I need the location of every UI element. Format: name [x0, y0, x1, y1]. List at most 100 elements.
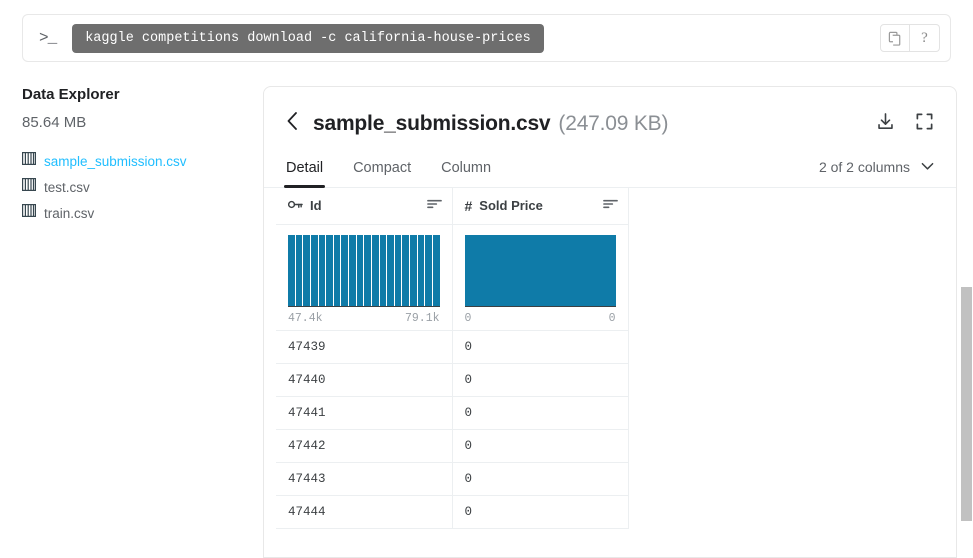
histogram-bar — [379, 234, 388, 306]
file-item-train[interactable]: train.csv — [22, 203, 237, 223]
data-explorer-sidebar: Data Explorer 85.64 MB sample_submission… — [22, 86, 237, 223]
download-icon[interactable] — [876, 112, 895, 136]
sidebar-title: Data Explorer — [22, 86, 120, 103]
cell-sold-price: 0 — [452, 462, 629, 496]
file-list: sample_submission.csv test.csv train.csv — [22, 151, 237, 223]
command-bar-actions: ? — [880, 24, 940, 52]
table-file-icon — [22, 152, 37, 170]
table-row[interactable]: 47439 0 — [276, 330, 629, 364]
view-tabs: Detail Compact Column 2 of 2 columns — [264, 158, 956, 188]
file-header-actions — [876, 112, 934, 136]
file-item-label: train.csv — [44, 205, 95, 221]
histogram-min-label: 47.4k — [288, 311, 323, 325]
histogram-cell-sold-price: 0 0 — [452, 224, 629, 331]
sort-icon[interactable] — [602, 197, 618, 215]
histogram-cell-id: 47.4k 79.1k — [276, 224, 453, 331]
histogram-bar — [356, 234, 365, 306]
cell-sold-price: 0 — [452, 495, 629, 529]
histogram-bar — [310, 234, 319, 306]
histogram-bar — [326, 234, 334, 306]
cell-id: 47439 — [276, 330, 453, 364]
page-title: sample_submission.csv — [313, 111, 551, 135]
histogram-bar — [288, 234, 296, 306]
histogram-bar — [349, 234, 357, 306]
histogram-max-label: 0 — [608, 311, 616, 325]
help-button[interactable]: ? — [910, 24, 940, 52]
key-icon — [287, 197, 303, 215]
histogram-bar — [341, 234, 349, 306]
file-size-label: (247.09 KB) — [558, 111, 669, 135]
cell-id: 47440 — [276, 363, 453, 397]
chevron-left-icon[interactable] — [286, 111, 299, 136]
columns-selector[interactable]: 2 of 2 columns — [819, 158, 934, 187]
cell-id: 47443 — [276, 462, 453, 496]
histogram-bar — [402, 234, 410, 306]
data-table: Id # Sold Price 47.4k 79.1k 0 0 47439 0 … — [276, 188, 629, 529]
histogram-sold-price — [464, 234, 616, 307]
file-item-sample-submission[interactable]: sample_submission.csv — [22, 151, 237, 171]
histogram-labels-sold-price: 0 0 — [465, 312, 616, 325]
chevron-down-icon — [921, 158, 934, 176]
table-row[interactable]: 47440 0 — [276, 363, 629, 397]
cell-sold-price: 0 — [452, 363, 629, 397]
tab-compact[interactable]: Compact — [353, 160, 411, 187]
histogram-bar — [387, 234, 395, 306]
histogram-bar — [333, 234, 342, 306]
tab-column[interactable]: Column — [441, 160, 491, 187]
histogram-min-label: 0 — [464, 311, 472, 325]
table-file-icon — [22, 178, 37, 196]
file-preview-card: sample_submission.csv (247.09 KB) Detail… — [263, 86, 957, 558]
file-item-label: test.csv — [44, 179, 90, 195]
tab-detail[interactable]: Detail — [283, 160, 326, 188]
cell-sold-price: 0 — [452, 429, 629, 463]
histogram-bar — [318, 234, 327, 306]
columns-selector-label: 2 of 2 columns — [818, 159, 910, 175]
file-item-test[interactable]: test.csv — [22, 177, 237, 197]
histogram-bar — [464, 234, 616, 306]
cell-id: 47444 — [276, 495, 453, 529]
histogram-bar — [417, 234, 426, 306]
cell-id: 47442 — [276, 429, 453, 463]
file-header: sample_submission.csv (247.09 KB) — [264, 87, 956, 136]
cell-sold-price: 0 — [452, 396, 629, 430]
scrollbar-thumb[interactable] — [961, 287, 972, 521]
cell-id: 47441 — [276, 396, 453, 430]
command-bar: >_ kaggle competitions download -c calif… — [22, 14, 951, 62]
terminal-prompt-icon: >_ — [39, 29, 57, 47]
table-row[interactable]: 47443 0 — [276, 462, 629, 496]
histogram-bar — [295, 234, 304, 306]
histogram-bar — [303, 234, 311, 306]
copy-button[interactable] — [880, 24, 910, 52]
column-header-label: Sold Price — [479, 198, 543, 214]
table-row[interactable]: 47441 0 — [276, 396, 629, 430]
data-table-wrap: Id # Sold Price 47.4k 79.1k 0 0 47439 0 … — [264, 188, 956, 529]
sort-icon[interactable] — [426, 197, 442, 215]
fullscreen-icon[interactable] — [915, 112, 934, 136]
table-header-row: Id # Sold Price — [276, 188, 629, 225]
file-item-label: sample_submission.csv — [44, 153, 187, 169]
cell-sold-price: 0 — [452, 330, 629, 364]
table-body: 47.4k 79.1k 0 0 47439 0 47440 0 47441 0 … — [276, 224, 629, 529]
histogram-bar — [432, 234, 440, 306]
sidebar-total-size: 85.64 MB — [22, 114, 87, 131]
histogram-bar — [425, 234, 433, 306]
histogram-row: 47.4k 79.1k 0 0 — [276, 224, 629, 331]
histogram-labels-id: 47.4k 79.1k — [288, 312, 440, 325]
histogram-bar — [364, 234, 372, 306]
column-header-sold-price[interactable]: # Sold Price — [452, 188, 629, 225]
copy-icon — [888, 31, 903, 46]
histogram-bar — [410, 234, 418, 306]
command-text[interactable]: kaggle competitions download -c californ… — [72, 23, 544, 53]
histogram-max-label: 79.1k — [404, 311, 440, 325]
page-scrollbar[interactable] — [960, 86, 973, 545]
question-mark-icon: ? — [921, 29, 928, 46]
table-file-icon — [22, 204, 37, 222]
table-row[interactable]: 47444 0 — [276, 495, 629, 529]
column-header-label: Id — [310, 198, 322, 214]
histogram-bar — [371, 234, 380, 306]
histogram-id — [288, 234, 440, 307]
hash-icon: # — [464, 197, 473, 214]
table-row[interactable]: 47442 0 — [276, 429, 629, 463]
column-header-id[interactable]: Id — [276, 188, 453, 225]
histogram-bar — [394, 234, 403, 306]
